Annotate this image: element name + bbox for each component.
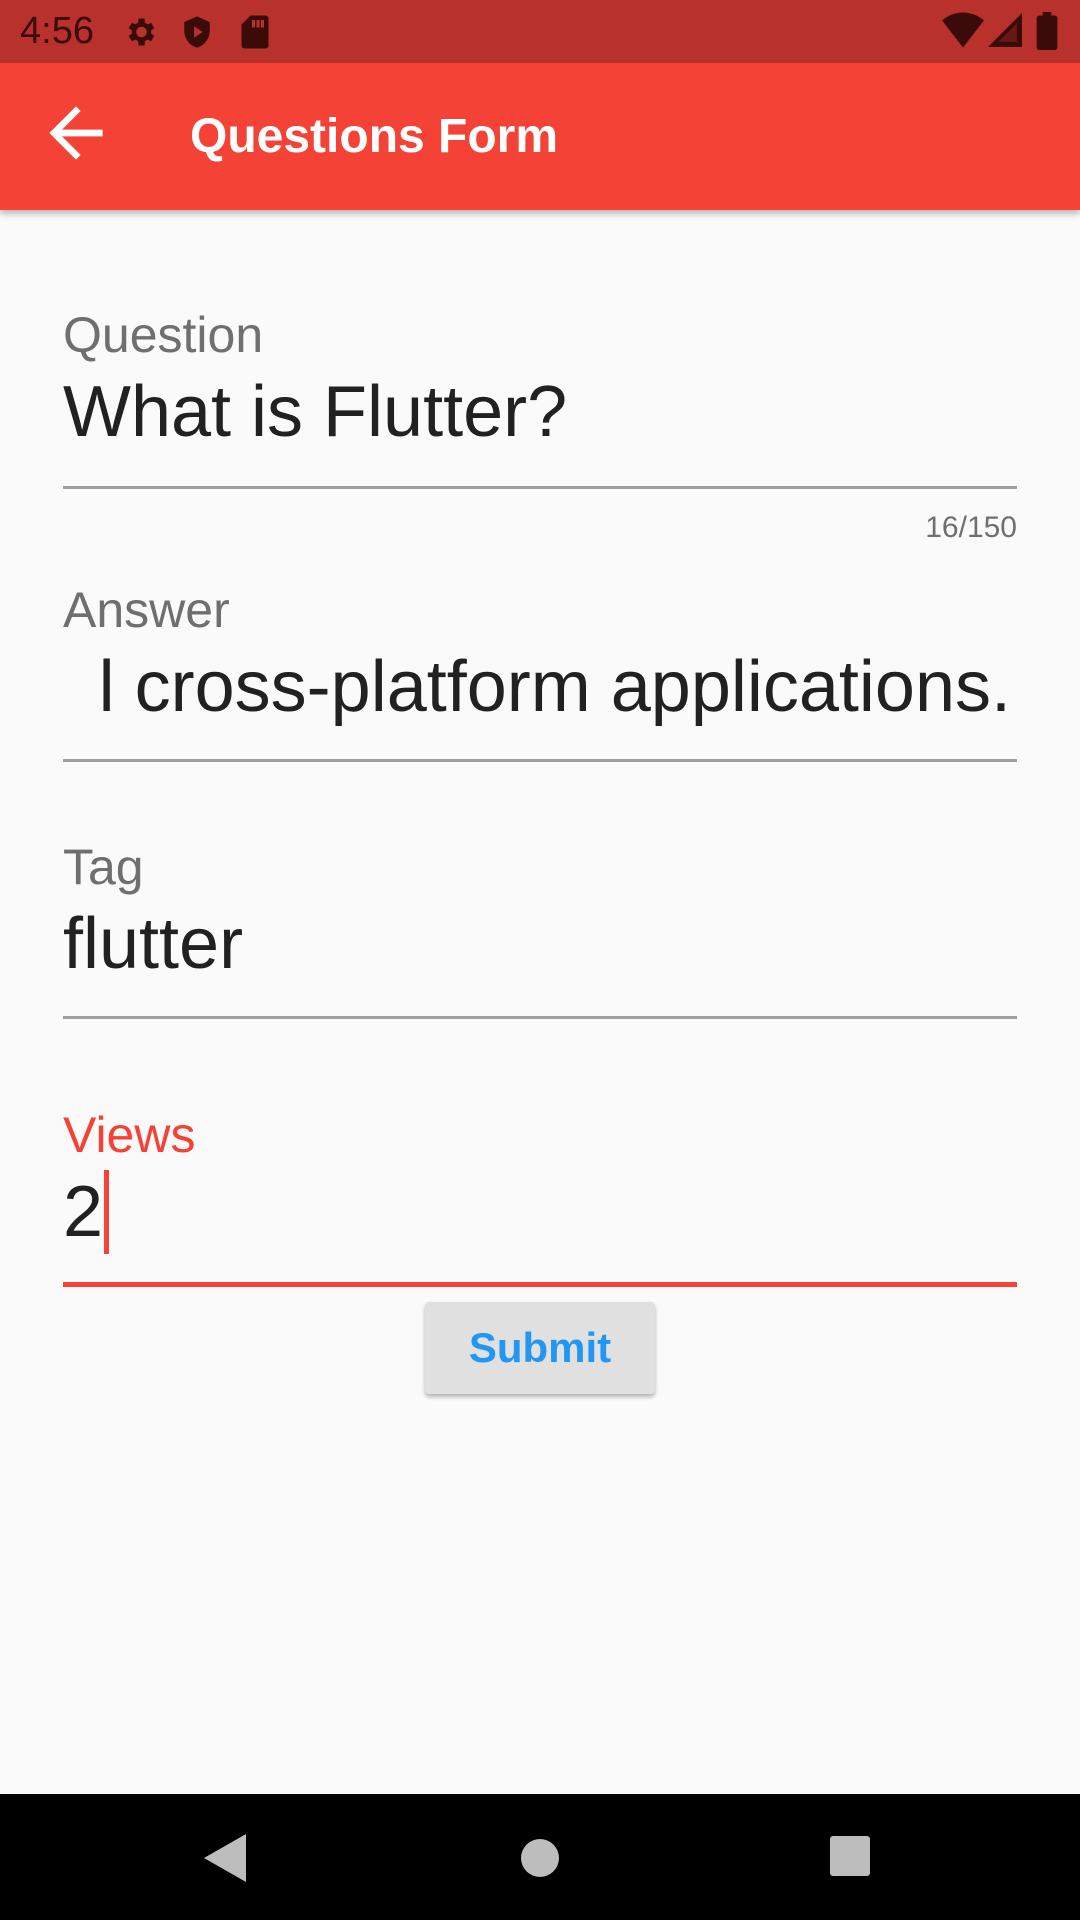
tag-underline [63,1016,1017,1019]
shield-icon [180,14,214,55]
question-label: Question [63,307,264,363]
views-field[interactable]: Views 2 [63,1100,1017,1290]
status-time: 4:56 [20,10,94,52]
sd-card-icon [240,14,270,55]
question-field[interactable]: Question What is Flutter? 16/150 [63,300,1017,550]
status-bar: 4:56 [0,0,1080,63]
cellular-signal-icon [988,12,1022,53]
settings-icon [122,14,158,55]
answer-input[interactable]: l cross-platform applications. [99,645,1011,729]
back-button[interactable] [36,93,116,173]
app-bar: Questions Form [0,63,1080,210]
battery-icon [1036,12,1058,55]
answer-input-viewport[interactable]: l cross-platform applications. [63,635,1017,735]
system-nav-bar [0,1794,1080,1920]
views-underline [63,1282,1017,1287]
answer-underline [63,759,1017,762]
text-cursor [104,1170,109,1254]
tag-field[interactable]: Tag flutter [63,832,1017,1022]
submit-button[interactable]: Submit [425,1302,655,1394]
wifi-icon [942,12,984,53]
arrow-back-icon [49,106,103,160]
question-underline [63,486,1017,489]
answer-field[interactable]: Answer l cross-platform applications. [63,575,1017,765]
question-input[interactable]: What is Flutter? [63,370,567,454]
views-input[interactable]: 2 [63,1170,103,1254]
page-title: Questions Form [190,110,559,163]
recents-square-icon[interactable] [830,1836,870,1881]
question-char-counter: 16/150 [925,511,1017,544]
back-triangle-icon[interactable] [204,1834,246,1887]
tag-input[interactable]: flutter [63,902,243,986]
tag-label: Tag [63,839,144,895]
answer-label: Answer [63,582,230,638]
views-label: Views [63,1107,196,1163]
home-circle-icon[interactable] [519,1837,561,1884]
